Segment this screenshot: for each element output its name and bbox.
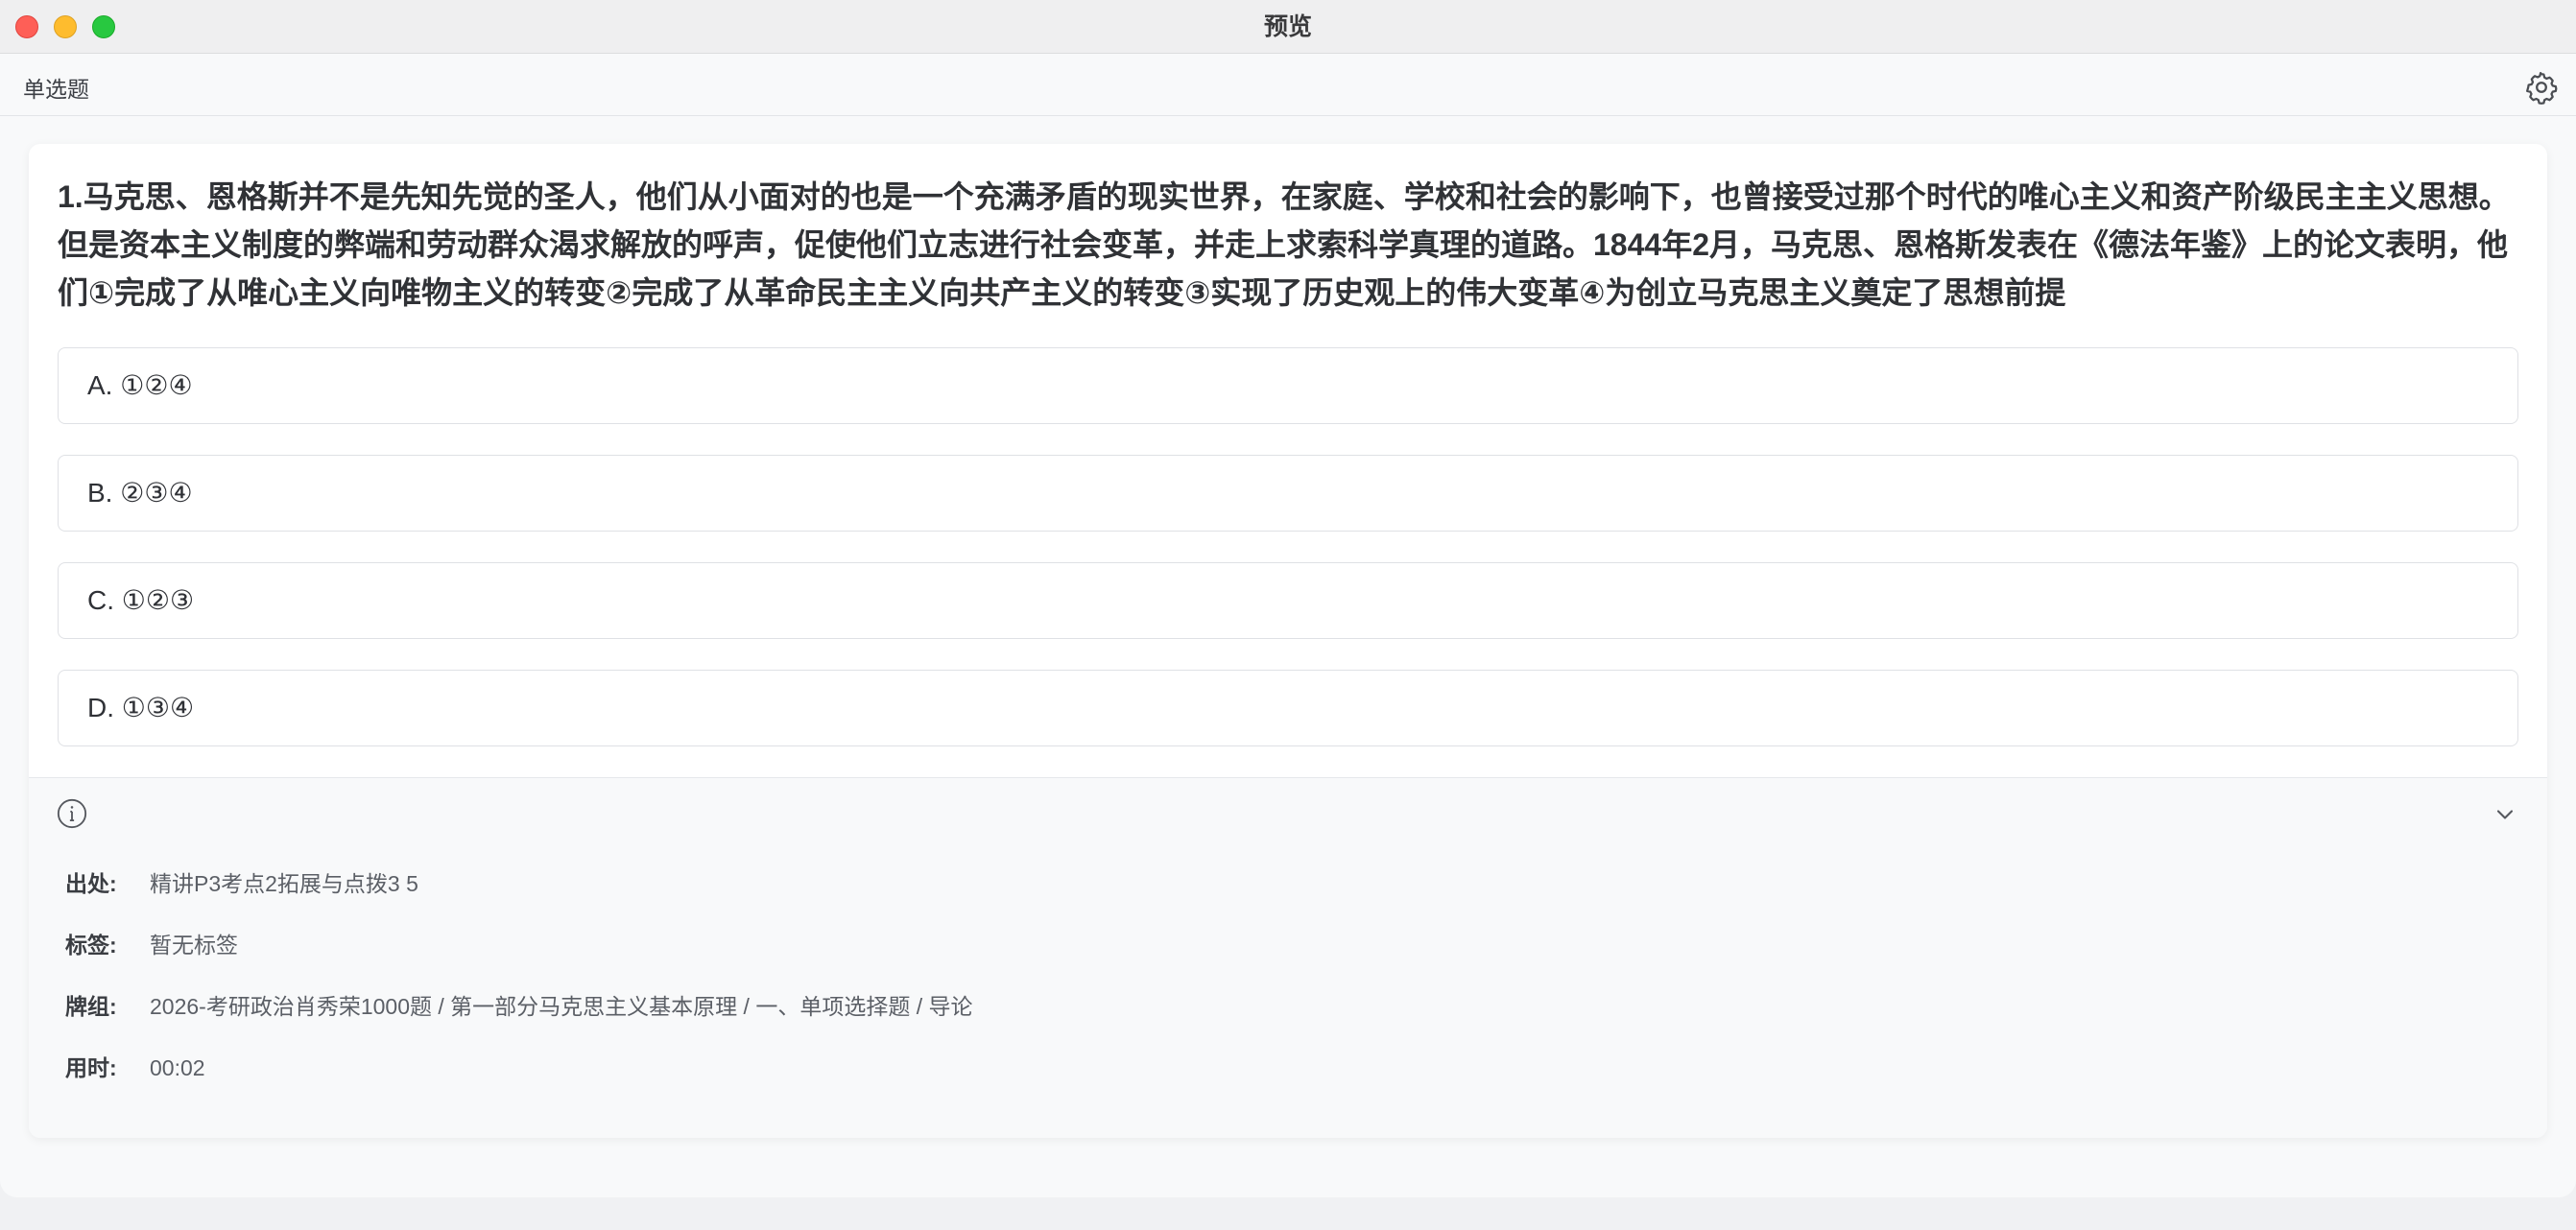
option-d[interactable]: D. ①③④	[58, 670, 2518, 746]
question-type-label: 单选题	[23, 77, 89, 102]
question-text: 1.马克思、恩格斯并不是先知先觉的圣人，他们从小面对的也是一个充满矛盾的现实世界…	[58, 179, 2510, 310]
time-label: 用时:	[65, 1055, 117, 1080]
window-title: 预览	[1263, 13, 1312, 40]
option-a[interactable]: A. ①②④	[58, 347, 2518, 424]
chevron-down-icon[interactable]	[2492, 801, 2518, 828]
tags-label: 标签:	[65, 933, 117, 958]
option-c[interactable]: C. ①②③	[58, 562, 2518, 639]
tags-value: 暂无标签	[150, 933, 238, 958]
option-b[interactable]: B. ②③④	[58, 455, 2518, 532]
info-icon[interactable]	[56, 797, 88, 830]
source-label: 出处:	[65, 871, 117, 896]
gear-icon[interactable]	[2524, 70, 2559, 105]
toolbar: 单选题	[0, 55, 2576, 116]
info-panel: 出处: 精讲P3考点2拓展与点拨3 5 标签: 暂无标签 牌组: 2026-考研…	[29, 777, 2547, 1138]
time-value: 00:02	[150, 1055, 205, 1080]
preview-window: 预览 单选题 1.马克思、恩格斯并不是先知先觉的圣人，他们从小面对的也是一个充满…	[0, 0, 2576, 1197]
title-bar[interactable]: 预览	[0, 0, 2576, 54]
source-value: 精讲P3考点2拓展与点拨3 5	[150, 871, 418, 896]
deck-value: 2026-考研政治肖秀荣1000题 / 第一部分马克思主义基本原理 / 一、单项…	[150, 994, 973, 1019]
deck-label: 牌组:	[65, 994, 117, 1019]
question-card: 1.马克思、恩格斯并不是先知先觉的圣人，他们从小面对的也是一个充满矛盾的现实世界…	[29, 144, 2547, 1138]
